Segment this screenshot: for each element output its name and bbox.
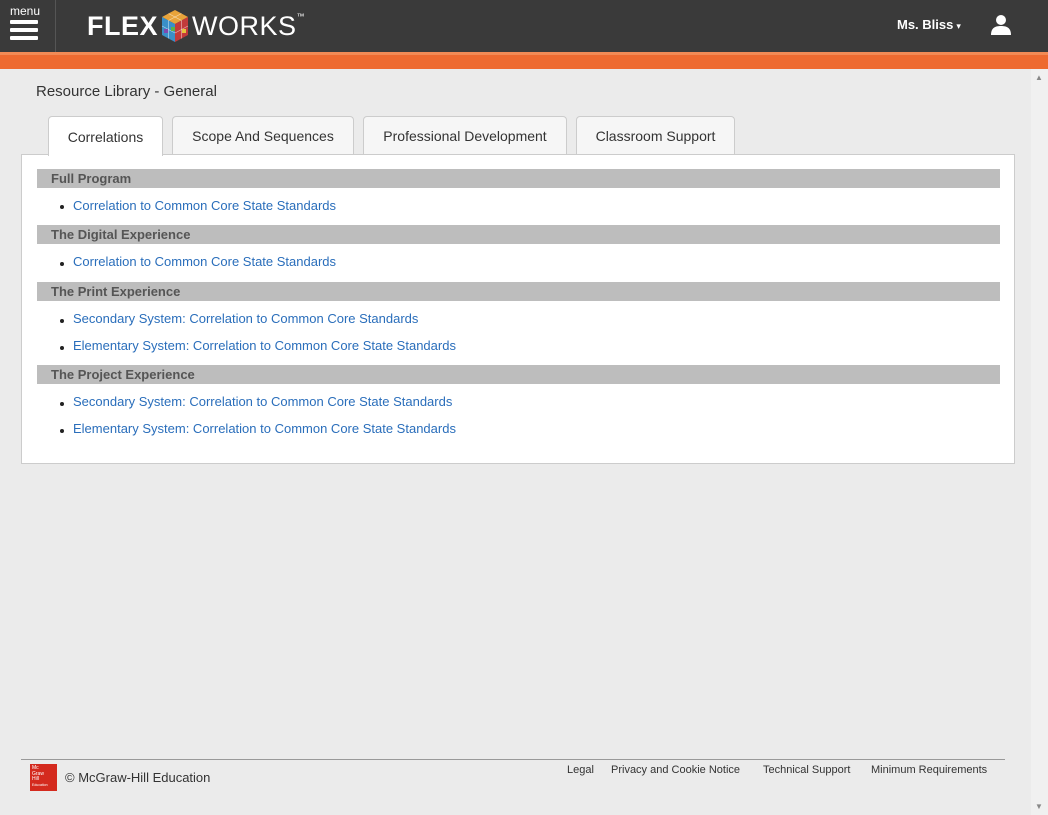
tab-label: Classroom Support [595, 128, 716, 144]
scroll-down-icon[interactable]: ▼ [1035, 802, 1043, 811]
bullet [60, 319, 64, 323]
user-menu-dropdown[interactable]: Ms. Bliss ▾ [897, 17, 961, 32]
tab-label: Correlations [67, 128, 144, 145]
tab-professional-development[interactable]: Professional Development [363, 116, 567, 155]
menu-label: menu [10, 4, 41, 18]
bullet [60, 402, 64, 406]
bullet [60, 262, 64, 266]
footer-divider [21, 759, 1005, 760]
tab-scope-and-sequences[interactable]: Scope And Sequences [172, 116, 354, 155]
menu-button[interactable]: menu [0, 0, 56, 52]
bullet [60, 429, 64, 433]
tab-classroom-support[interactable]: Classroom Support [576, 116, 735, 155]
footer-link-minimum-requirements[interactable]: Minimum Requirements [871, 764, 987, 776]
copyright-text: © McGraw-Hill Education [65, 770, 211, 785]
tab-label: Professional Development [383, 128, 547, 144]
logo-flex-text: FLEX [87, 10, 159, 41]
section-heading: The Digital Experience [37, 225, 1000, 244]
tab-label: Scope And Sequences [192, 128, 334, 144]
caret-down-icon: ▾ [956, 21, 961, 31]
resource-link[interactable]: Correlation to Common Core State Standar… [73, 198, 336, 214]
resource-link[interactable]: Elementary System: Correlation to Common… [73, 338, 456, 354]
section-heading: The Print Experience [37, 282, 1000, 301]
user-icon[interactable] [990, 14, 1012, 36]
logo-trademark: ™ [296, 12, 305, 21]
scroll-up-icon[interactable]: ▲ [1035, 73, 1043, 82]
accent-bar [0, 52, 1048, 69]
section-heading: Full Program [37, 169, 1000, 188]
resource-link[interactable]: Secondary System: Correlation to Common … [73, 311, 418, 327]
vertical-scrollbar[interactable] [1031, 69, 1048, 815]
flexworks-logo[interactable]: FLEX WORKS ™ [87, 8, 305, 44]
resource-link[interactable]: Secondary System: Correlation to Common … [73, 394, 452, 410]
bullet [60, 205, 64, 209]
section-heading: The Project Experience [37, 365, 1000, 384]
bullet [60, 346, 64, 350]
resource-link[interactable]: Correlation to Common Core State Standar… [73, 254, 336, 270]
footer-link-legal[interactable]: Legal [567, 764, 594, 776]
user-name: Ms. Bliss [897, 17, 954, 32]
footer-link-technical-support[interactable]: Technical Support [763, 764, 850, 776]
top-bar: menu FLEX WORKS ™ Ms. Bliss ▾ [0, 0, 1048, 52]
logo-works-text: WORKS [192, 10, 297, 41]
footer-link-privacy[interactable]: Privacy and Cookie Notice [611, 764, 740, 776]
resource-link[interactable]: Elementary System: Correlation to Common… [73, 421, 456, 437]
mcgraw-hill-logo: Mc Graw Hill Education [30, 764, 57, 791]
cube-logo-icon [161, 10, 189, 42]
tab-correlations[interactable]: Correlations [48, 116, 163, 156]
page-title: Resource Library - General [36, 83, 217, 100]
